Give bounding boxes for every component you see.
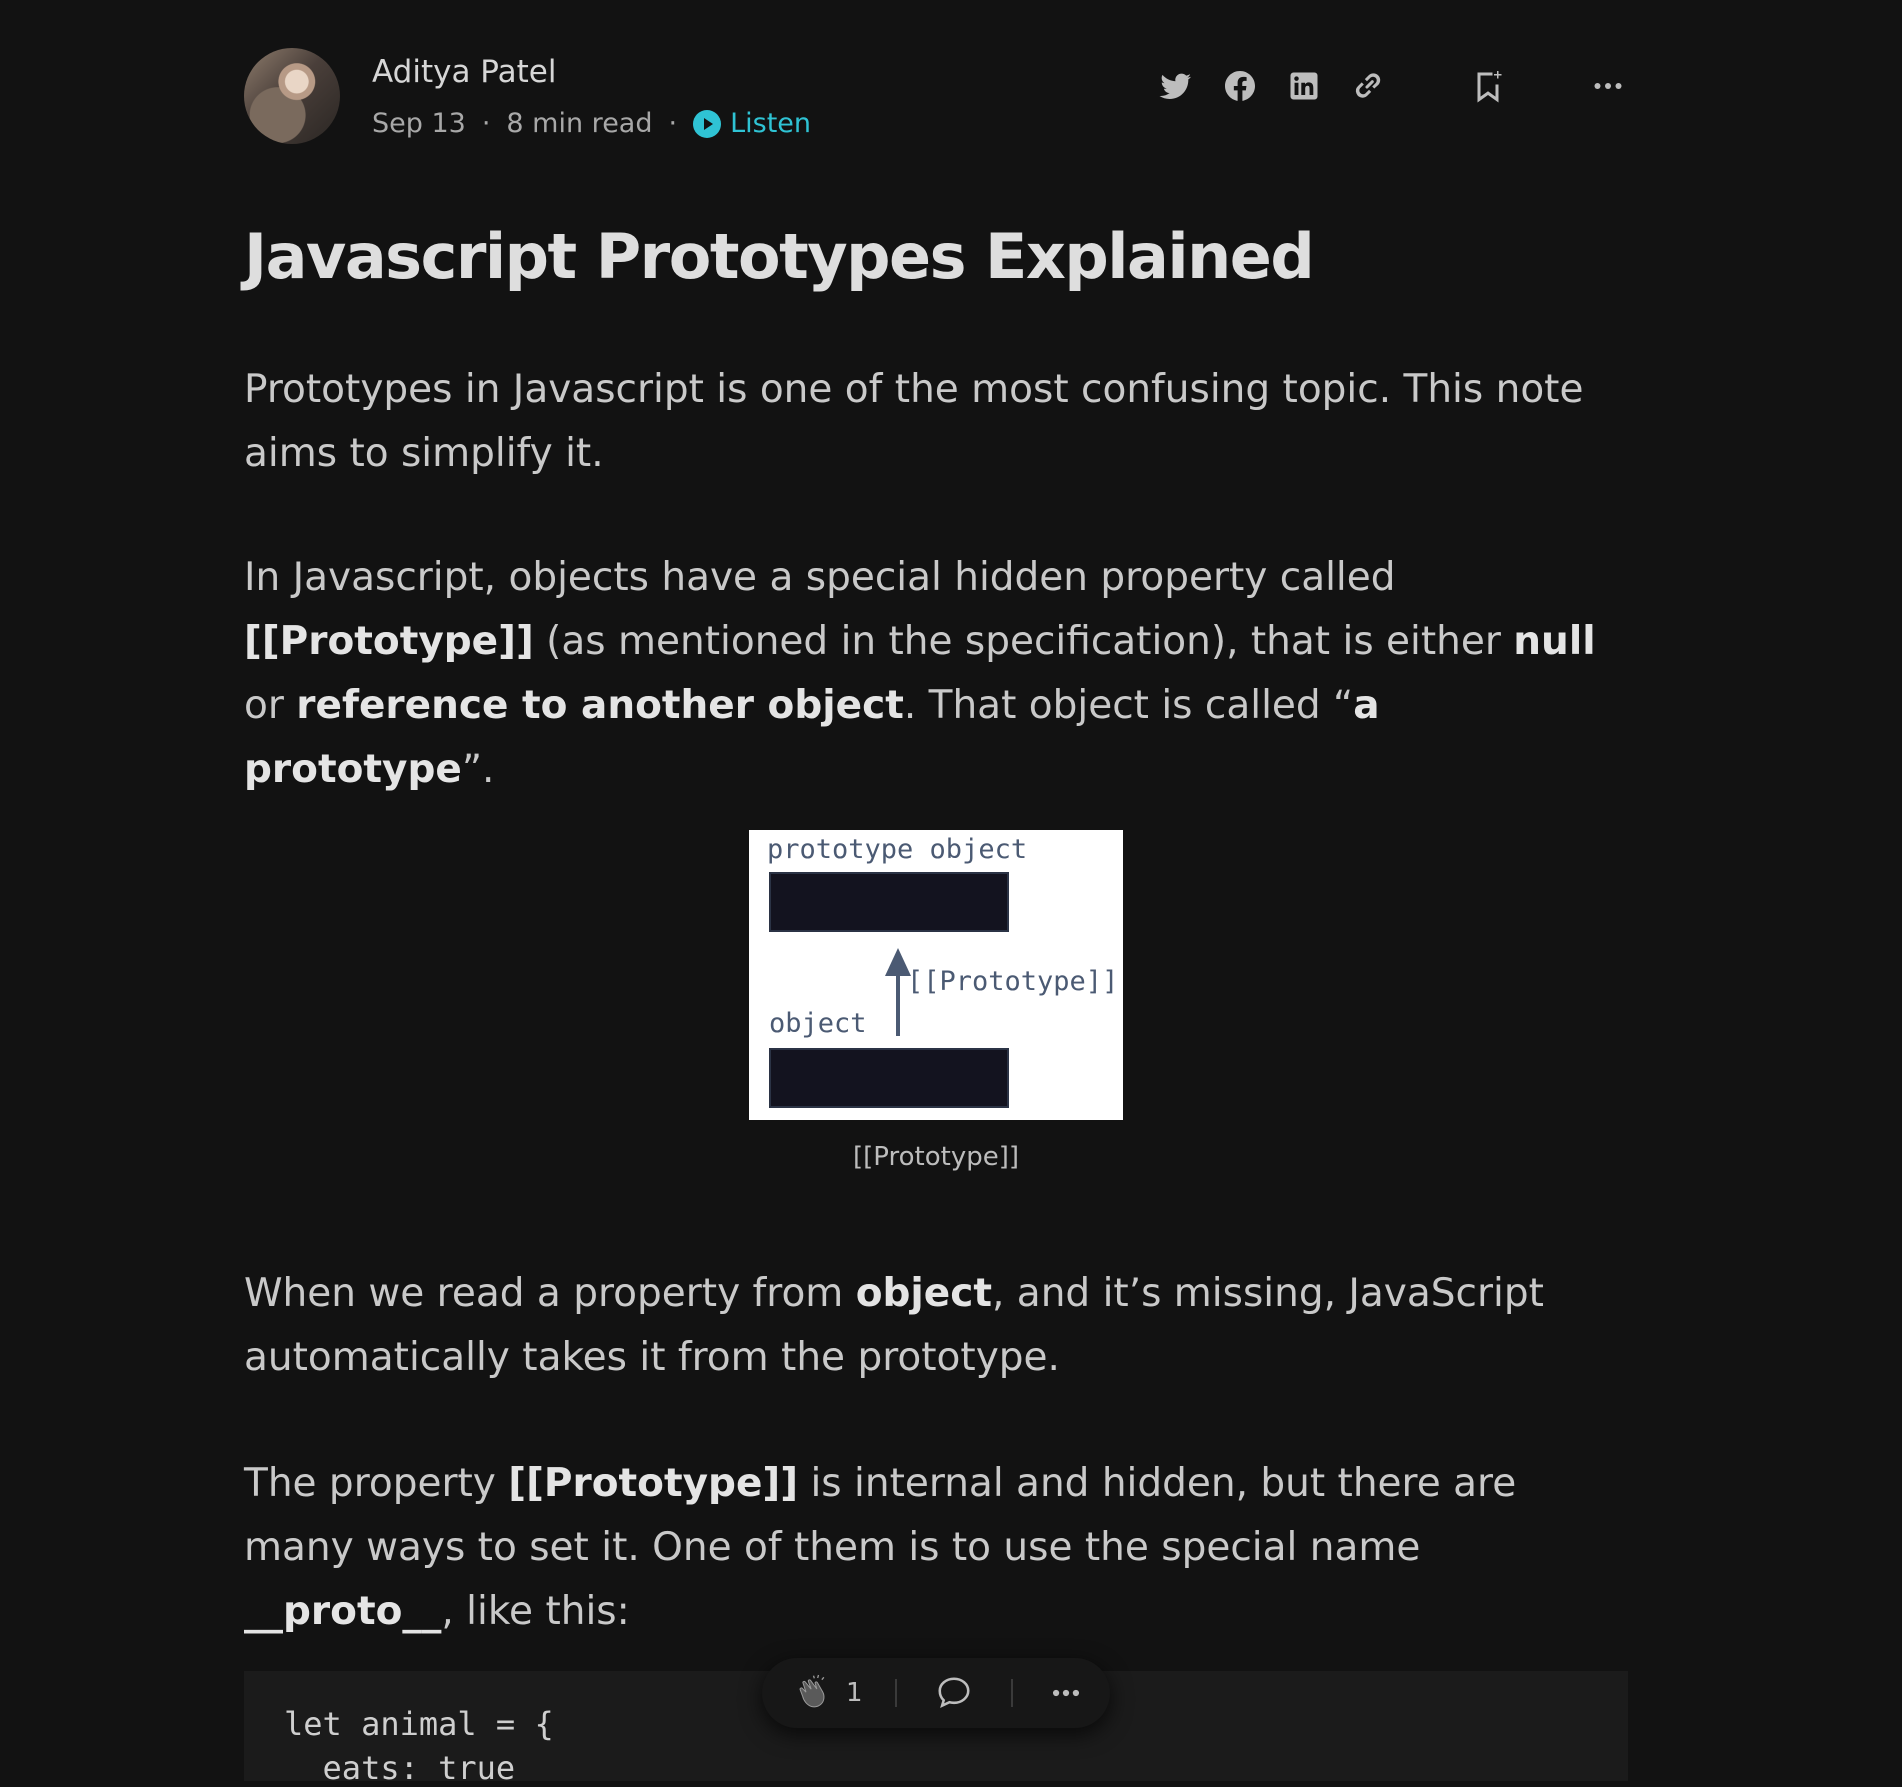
more-icon[interactable] xyxy=(1588,66,1628,106)
prototype-diagram[interactable]: prototype object [[Prototype]] object xyxy=(749,830,1123,1120)
meta-separator: · xyxy=(481,108,491,139)
play-icon xyxy=(693,109,722,138)
clap-button[interactable]: 1 xyxy=(796,1673,863,1713)
floating-action-bar: 1 xyxy=(762,1658,1110,1728)
diagram-label: prototype object xyxy=(767,834,1028,865)
paragraph: Prototypes in Javascript is one of the m… xyxy=(244,367,1584,476)
comment-icon xyxy=(938,1677,970,1709)
facebook-icon[interactable] xyxy=(1220,66,1260,106)
clap-icon xyxy=(799,1674,825,1708)
share-actions xyxy=(1132,66,1628,106)
read-time: 8 min read xyxy=(506,108,653,139)
publish-date: Sep 13 xyxy=(372,108,466,139)
bookmark-icon[interactable] xyxy=(1468,66,1508,106)
paragraph: When we read a property from object, and… xyxy=(244,1271,1544,1380)
author-row: Aditya Patel Sep 13 · 8 min read · Liste… xyxy=(244,48,1628,148)
listen-button[interactable]: Listen xyxy=(693,108,811,139)
divider xyxy=(1010,1679,1013,1707)
diagram-label: [[Prototype]] xyxy=(907,966,1119,997)
clap-count: 1 xyxy=(846,1678,863,1708)
author-name[interactable]: Aditya Patel xyxy=(372,54,556,90)
code-line: eats: true xyxy=(284,1749,516,1787)
article-meta: Sep 13 · 8 min read · Listen xyxy=(372,108,811,139)
linkedin-icon[interactable] xyxy=(1284,66,1324,106)
paragraph: In Javascript, objects have a special hi… xyxy=(244,555,1596,792)
code-line: let animal = { xyxy=(284,1705,554,1743)
author-avatar[interactable] xyxy=(244,48,340,144)
more-icon xyxy=(1052,1689,1079,1697)
diagram-label: object xyxy=(769,1008,867,1039)
listen-label: Listen xyxy=(730,108,811,139)
link-icon[interactable] xyxy=(1348,66,1388,106)
comment-button[interactable] xyxy=(935,1674,973,1712)
figure-caption: [[Prototype]] xyxy=(852,1142,1019,1172)
prototype-object-box xyxy=(769,872,1009,932)
divider xyxy=(894,1679,897,1707)
article-title: Javascript Prototypes Explained xyxy=(244,220,1315,293)
meta-separator: · xyxy=(668,108,678,139)
twitter-icon[interactable] xyxy=(1156,66,1196,106)
more-actions-button[interactable] xyxy=(1049,1676,1083,1710)
paragraph: The property [[Prototype]] is internal a… xyxy=(244,1461,1517,1634)
object-box xyxy=(769,1048,1009,1108)
